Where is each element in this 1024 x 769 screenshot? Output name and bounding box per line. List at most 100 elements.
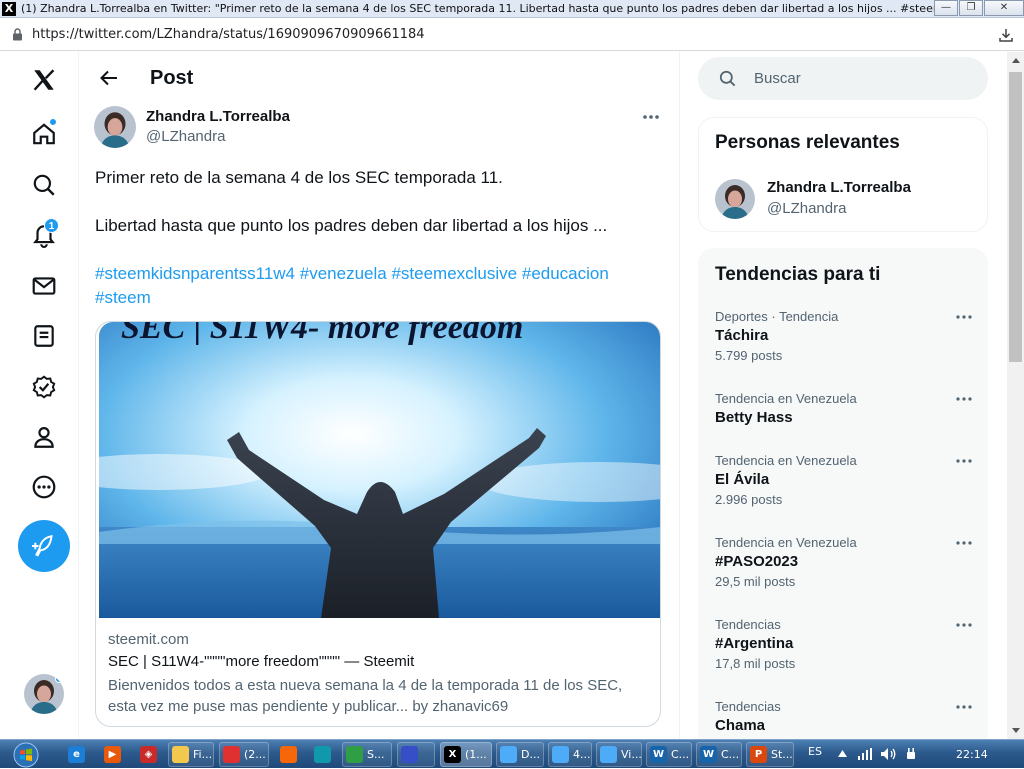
main-column: Post Zhandra L.Torrealba @LZhandra Prime… [80,52,680,739]
trend-more-icon[interactable] [953,699,975,715]
trend-count: 17,8 mil posts [715,656,796,671]
account-avatar[interactable] [24,674,64,714]
minimize-button[interactable]: — [934,0,958,16]
post-more-icon[interactable] [638,106,664,128]
verified-badge-icon[interactable] [24,367,64,407]
search-box[interactable]: Buscar [698,57,988,100]
power-plug-icon[interactable] [904,747,918,761]
restore-button[interactable]: ❐ [959,0,983,16]
trend-more-icon[interactable] [953,617,975,633]
taskbar-item-word-1[interactable]: W C... [646,742,692,767]
chrome-icon [346,746,363,763]
hashtag-link[interactable]: #venezuela [300,264,387,283]
network-icon[interactable] [858,748,872,760]
taskbar-item-label: (2... [244,748,266,761]
hashtag-link[interactable]: #steemkidsnparentss11w4 [95,264,295,283]
clock-time[interactable]: 22:14 [956,748,988,761]
scroll-down-arrow-icon[interactable] [1007,722,1024,739]
language-indicator[interactable]: ES [808,745,822,758]
compose-post-button[interactable] [18,520,70,572]
trend-item[interactable]: Deportes · Tendencia Táchira 5.799 posts [715,309,975,363]
trend-category: Deportes · Tendencia [715,309,839,324]
trend-item[interactable]: Tendencia en Venezuela El Ávila 2.996 po… [715,453,975,507]
post-hashtags: #steemkidsnparentss11w4 #venezuela #stee… [95,262,655,310]
taskbar-media-player-icon[interactable]: ▶ [100,742,126,767]
author-handle[interactable]: @LZhandra [146,128,225,145]
back-arrow-icon[interactable] [92,61,126,95]
trend-category: Tendencia en Venezuela [715,535,857,550]
trend-item[interactable]: Tendencia en Venezuela #PASO2023 29,5 mi… [715,535,975,589]
window-icon [600,746,617,763]
lists-icon[interactable] [24,316,64,356]
taskbar-item-label: 4... [573,748,591,761]
trend-more-icon[interactable] [953,535,975,551]
trend-category: Tendencia en Venezuela [715,391,857,406]
taskbar-item-file-explorer[interactable]: Fi... [168,742,214,767]
card-image[interactable]: SEC | S11W4- more freedom [99,322,660,618]
author-avatar[interactable] [94,106,136,148]
hashtag-link[interactable]: #steemexclusive [391,264,517,283]
trend-name: #PASO2023 [715,553,799,570]
hashtag-link[interactable]: #educacion [522,264,609,283]
taskbar-item-chrome-notifications[interactable]: (2... [219,742,269,767]
feather-icon [32,535,53,557]
trend-more-icon[interactable] [953,453,975,469]
taskbar: e ▶ ◈ Fi... (2... S... X (1... D... 4... … [0,739,1024,768]
scroll-up-arrow-icon[interactable] [1007,52,1024,69]
taskbar-item-steemit[interactable]: S... [342,742,392,767]
taskbar-item-label: C... [671,748,690,761]
scrollbar-thumb[interactable] [1009,72,1022,362]
taskbar-item-word-2[interactable]: W C... [696,742,742,767]
close-button[interactable]: ✕ [984,0,1024,16]
download-icon[interactable] [998,27,1014,43]
taskbar-firefox-icon[interactable] [276,742,302,767]
page-title: Post [150,67,194,89]
search-icon[interactable] [24,165,64,205]
taskbar-shield-icon[interactable]: ◈ [136,742,162,767]
relevant-person-avatar[interactable] [715,179,755,219]
relevant-person-handle[interactable]: @LZhandra [767,200,846,217]
window-icon [552,746,569,763]
word-icon: W [700,746,717,763]
app-icon [401,746,418,763]
tray-expand-icon[interactable] [838,750,847,757]
url-field[interactable]: https://twitter.com/LZhandra/status/1690… [32,27,425,42]
word-icon: W [650,746,667,763]
notifications-bell-icon[interactable]: 1 [24,215,64,255]
account-unread-dot [55,675,63,683]
trend-item[interactable]: Tendencias #Argentina 17,8 mil posts [715,617,975,671]
search-input[interactable]: Buscar [754,70,801,87]
home-icon[interactable] [24,114,64,154]
hashtag-link[interactable]: #steem [95,288,151,307]
taskbar-item-window-d[interactable]: D... [496,742,544,767]
trend-item[interactable]: Tendencia en Venezuela Betty Hass [715,391,975,426]
volume-icon[interactable] [880,747,896,761]
profile-icon[interactable] [24,417,64,457]
link-preview-card[interactable]: SEC | S11W4- more freedom steemit.com SE… [95,321,661,727]
taskbar-edge-icon[interactable] [310,742,336,767]
more-options-icon[interactable] [24,467,64,507]
taskbar-item-app[interactable] [397,742,435,767]
notifications-badge: 1 [44,218,59,233]
taskbar-item-window-vi[interactable]: Vi... [596,742,642,767]
page-scrollbar[interactable] [1007,52,1024,739]
left-navigation: 1 [0,52,79,739]
card-domain: steemit.com [108,631,189,648]
author-name[interactable]: Zhandra L.Torrealba [146,108,290,125]
start-button[interactable] [6,740,46,769]
trend-category: Tendencias [715,699,781,714]
relevant-person-name[interactable]: Zhandra L.Torrealba [767,179,911,196]
taskbar-item-twitter[interactable]: X (1... [440,742,492,767]
trend-count: 29,5 mil posts [715,574,796,589]
lock-icon [12,28,23,41]
windows-logo-icon [13,742,39,767]
trend-more-icon[interactable] [953,391,975,407]
taskbar-item-powerpoint[interactable]: P St... [746,742,794,767]
trend-more-icon[interactable] [953,309,975,325]
taskbar-ie-icon[interactable]: e [64,742,90,767]
trend-item[interactable]: Tendencias Chama [715,699,975,734]
x-logo-icon[interactable] [24,60,64,100]
messages-envelope-icon[interactable] [24,266,64,306]
chrome-icon [223,746,240,763]
taskbar-item-window-4[interactable]: 4... [548,742,592,767]
